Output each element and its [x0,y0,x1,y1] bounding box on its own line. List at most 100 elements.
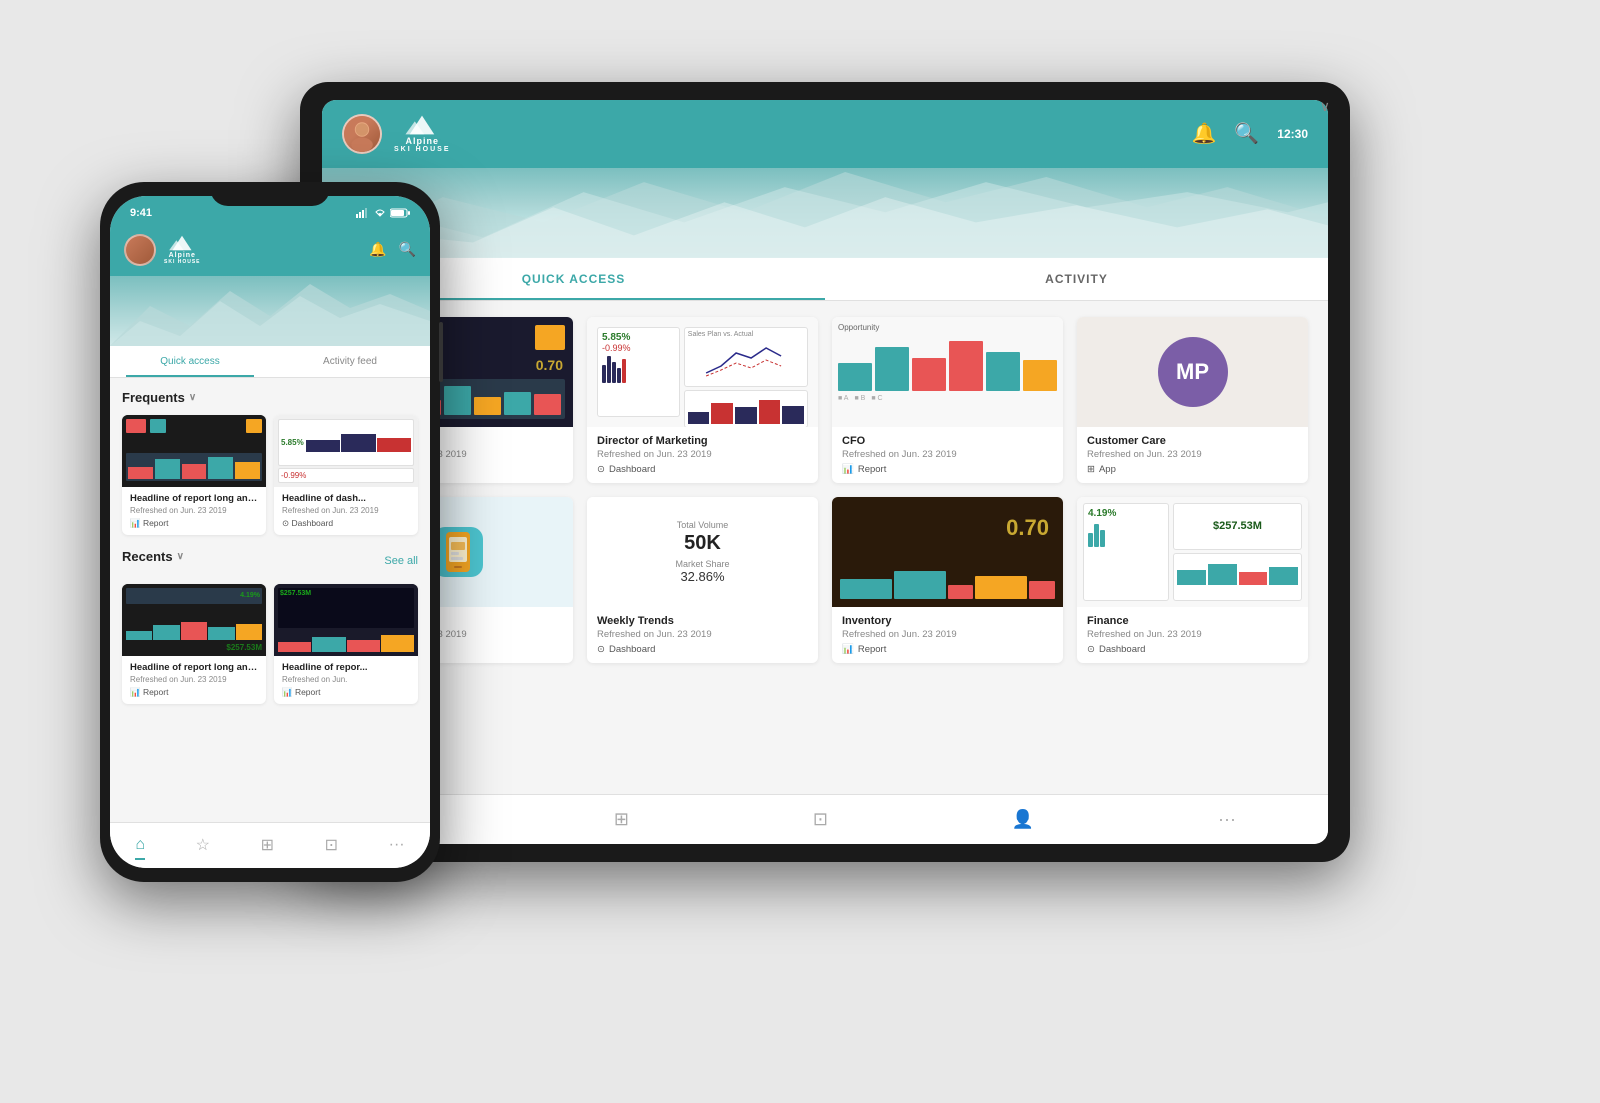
card-customer-care-title: Customer Care [1087,435,1298,447]
tablet-header-right: 🔔 🔍 12:30 [1191,121,1308,146]
phone-card-frequent-1-refresh: Refreshed on Jun. 23 2019 [130,506,258,515]
card-inventory-thumb: 0.70 [832,497,1063,607]
battery-icon [390,208,410,218]
phone-card-recent-1-title: Headline of report long ano... [130,662,258,673]
tablet-header: Alpine SKI HOUSE 🔔 🔍 12:30 [322,100,1328,168]
recents-cards-row: 4.19% $257.53M [122,584,418,704]
card-customer-care-info: Customer Care Refreshed on Jun. 23 2019 … [1077,427,1308,483]
card-cfo-type: 📊 Report [842,464,1053,475]
phone-card-frequent-2[interactable]: 5.85% -0.99% [274,415,418,535]
card-inventory-refresh: Refreshed on Jun. 23 2019 [842,629,1053,640]
line-chart-mini [688,338,804,378]
card-weekly-trends-dash-title: Weekly Trends [597,615,808,627]
card-finance-thumb: 4.19% [1077,497,1308,607]
card-inventory-title: Inventory [842,615,1053,627]
phone-status-icons [356,208,410,218]
tablet-nav-workspace[interactable]: ⊡ [813,809,828,830]
phone-logo: Alpine SKI HOUSE [164,234,201,265]
card-finance-info: Finance Refreshed on Jun. 23 2019 ⊙ Dash… [1077,607,1308,663]
phone-card-recent-1-info: Headline of report long ano... Refreshed… [122,656,266,704]
tablet-logo: Alpine SKI HOUSE [394,114,451,153]
phone-card-recent-1[interactable]: 4.19% $257.53M [122,584,266,704]
phone-side-button [439,322,443,382]
phone-logo-brand: Alpine [169,252,196,259]
phone-card-recent-2-title: Headline of repor... [282,662,410,673]
card-director-marketing[interactable]: 5.85% -0.99% [587,317,818,483]
card-cfo-info: CFO Refreshed on Jun. 23 2019 📊 Report [832,427,1063,483]
phone-card-frequent-2-title: Headline of dash... [282,493,410,504]
card-weekly-trends-dash-type: ⊙ Dashboard [597,644,808,655]
phone-notification-icon[interactable]: 🔔 [369,241,386,258]
card-director-marketing-refresh: Refreshed on Jun. 23 2019 [597,449,808,460]
tablet-nav-people[interactable]: 👤 [1012,809,1034,830]
card-inventory[interactable]: 0.70 [832,497,1063,663]
phone-header-right: 🔔 🔍 [369,241,416,258]
phone-header: Alpine SKI HOUSE 🔔 🔍 [110,224,430,276]
tab-activity[interactable]: ACTIVITY [825,258,1328,300]
see-all-link[interactable]: See all [384,555,418,567]
phone-mountain-logo-icon [168,234,196,252]
scene: Alpine SKI HOUSE 🔔 🔍 12:30 [100,62,1500,1042]
card-weekly-trends-dash[interactable]: Total Volume 50K Market Share 32.86% Wee… [587,497,818,663]
phone-tabs: Quick access Activity feed [110,346,430,378]
dashboard-icon: ⊙ [597,464,605,475]
frequents-cards-row: Headline of report long ano... Refreshed… [122,415,418,535]
tablet-device: Alpine SKI HOUSE 🔔 🔍 12:30 [300,82,1350,862]
banner-mountain-svg [322,168,1328,258]
phone-card-frequent-1-type: 📊 Report [130,518,258,529]
card-weekly-trends-dash-info: Weekly Trends Refreshed on Jun. 23 2019 … [587,607,818,663]
phone-nav-home[interactable]: ⌂ [135,836,145,854]
tablet-time: 12:30 [1277,127,1308,141]
card-weekly-trends-dash-thumb: Total Volume 50K Market Share 32.86% [587,497,818,607]
dashboard-icon: ⊙ [597,644,605,655]
phone-card-recent-2[interactable]: $257.53M Headline [274,584,418,704]
phone-nav-favorites[interactable]: ☆ [196,835,210,855]
card-cfo[interactable]: Opportunity ■ A■ [832,317,1063,483]
phone-screen: 9:41 [110,196,430,868]
card-customer-care-thumb: MP [1077,317,1308,427]
card-director-marketing-info: Director of Marketing Refreshed on Jun. … [587,427,818,483]
tablet-nav-more[interactable]: ··· [1218,809,1236,830]
phone-card-recent-2-thumb: $257.53M [274,584,418,656]
report-icon: 📊 [842,644,854,655]
signal-icon [356,208,370,218]
phone-time: 9:41 [130,207,152,219]
card-inventory-info: Inventory Refreshed on Jun. 23 2019 📊 Re… [832,607,1063,663]
card-customer-care[interactable]: MP Customer Care Refreshed on Jun. 23 20… [1077,317,1308,483]
frequents-section-title: Frequents ∨ [122,390,418,405]
phone-nav-workspace[interactable]: ⊡ [325,835,338,855]
phone-device: 9:41 [100,182,440,882]
card-customer-care-type: ⊞ App [1087,464,1298,475]
dashboard-icon: ⊙ [1087,644,1095,655]
chevron-down-icon[interactable]: ∨ [1320,100,1328,115]
tablet-banner [322,168,1328,258]
card-cfo-title: CFO [842,435,1053,447]
card-finance-type: ⊙ Dashboard [1087,644,1298,655]
notification-bell-wrap[interactable]: 🔔 [1191,121,1216,146]
phone-app-icon [433,527,483,577]
phone-bottom-bar: ⌂ ☆ ⊞ ⊡ ··· [110,822,430,868]
card-director-marketing-type: ⊙ Dashboard [597,464,808,475]
search-icon[interactable]: 🔍 [1234,121,1259,146]
phone-card-recent-1-type: 📊 Report [130,687,258,698]
card-director-marketing-thumb: 5.85% -0.99% [587,317,818,427]
card-customer-care-refresh: Refreshed on Jun. 23 2019 [1087,449,1298,460]
mountain-logo-icon [404,114,440,136]
phone-card-frequent-1-title: Headline of report long ano... [130,493,258,504]
phone-tab-activity[interactable]: Activity feed [270,346,430,377]
phone-nav-apps[interactable]: ⊞ [261,835,274,855]
phone-tab-quick-access[interactable]: Quick access [110,346,270,377]
wifi-icon [374,208,386,218]
phone-search-icon[interactable]: 🔍 [399,241,416,258]
tablet-avatar [342,114,382,154]
phone-nav-more[interactable]: ··· [389,836,405,854]
phone-card-frequent-1[interactable]: Headline of report long ano... Refreshed… [122,415,266,535]
tablet-tabs: QUICK ACCESS ACTIVITY ∨ [322,258,1328,301]
card-cfo-thumb: Opportunity ■ A■ [832,317,1063,427]
phone-banner [110,276,430,346]
card-weekly-trends-dash-refresh: Refreshed on Jun. 23 2019 [597,629,808,640]
card-cfo-refresh: Refreshed on Jun. 23 2019 [842,449,1053,460]
phone-card-frequent-2-info: Headline of dash... Refreshed on Jun. 23… [274,487,418,535]
tablet-nav-apps[interactable]: ⊞ [614,809,629,830]
card-finance[interactable]: 4.19% [1077,497,1308,663]
